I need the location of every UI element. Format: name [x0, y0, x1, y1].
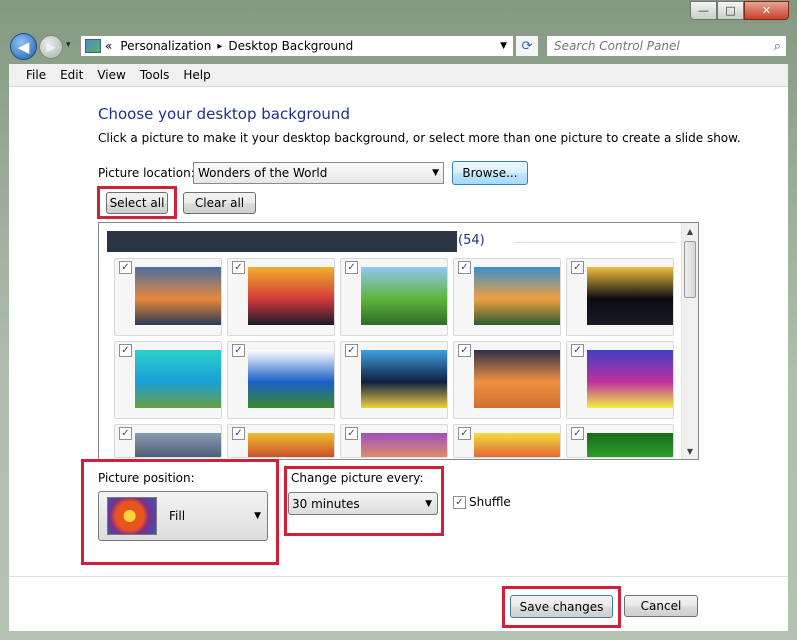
shuffle-label[interactable]: Shuffle: [469, 495, 511, 509]
wallpaper-thumbnail-skyline-grey[interactable]: ✓: [114, 424, 222, 458]
thumbnail-image: [248, 433, 334, 457]
thumbnail-image: [474, 350, 560, 408]
wallpaper-thumbnail-city-skyline-night[interactable]: ✓: [340, 341, 448, 419]
wallpaper-thumbnail-city-purple-lights[interactable]: ✓: [566, 341, 674, 419]
highlight-save-changes: [502, 586, 621, 628]
maximize-button[interactable]: □: [717, 1, 744, 20]
thumbnail-image: [135, 350, 221, 408]
thumbnail-image: [474, 267, 560, 325]
wallpaper-thumbnail-city-dusk[interactable]: ✓: [453, 341, 561, 419]
cancel-button[interactable]: Cancel: [624, 595, 698, 617]
forward-button[interactable]: ▶: [39, 35, 63, 59]
menu-bar: File Edit View Tools Help: [9, 64, 788, 87]
thumbnail-image: [248, 350, 334, 408]
thumbnail-image: [361, 267, 447, 325]
thumbnail-checkbox[interactable]: ✓: [571, 261, 584, 274]
group-count: (54): [458, 233, 485, 248]
thumbnail-image: [474, 433, 560, 457]
history-dropdown-icon[interactable]: ▾: [66, 40, 71, 50]
scroll-up-icon[interactable]: ▲: [682, 223, 698, 239]
thumbnail-checkbox[interactable]: ✓: [458, 427, 471, 440]
refresh-button[interactable]: ⟳: [515, 35, 539, 57]
page-subtitle: Click a picture to make it your desktop …: [98, 131, 741, 145]
highlight-select-all: [97, 186, 177, 219]
thumbnail-checkbox[interactable]: ✓: [345, 261, 358, 274]
shuffle-checkbox[interactable]: ✓: [453, 496, 466, 509]
thumbnail-checkbox[interactable]: ✓: [571, 344, 584, 357]
thumbnail-image: [361, 433, 447, 457]
thumbnail-checkbox[interactable]: ✓: [232, 261, 245, 274]
menu-help[interactable]: Help: [176, 68, 217, 82]
search-input[interactable]: [554, 39, 754, 53]
menu-edit[interactable]: Edit: [53, 68, 90, 82]
thumbnail-checkbox[interactable]: ✓: [571, 427, 584, 440]
breadcrumb-personalization[interactable]: Personalization: [120, 39, 211, 53]
thumbnail-checkbox[interactable]: ✓: [232, 427, 245, 440]
breadcrumb-desktop-background[interactable]: Desktop Background: [228, 39, 353, 53]
wallpaper-thumbnail-tropical-sunset[interactable]: ✓: [453, 258, 561, 336]
picture-location-label: Picture location:: [98, 166, 195, 180]
group-header-redacted: [107, 231, 457, 252]
thumbnail-image: [135, 433, 221, 457]
thumbnail-image: [248, 267, 334, 325]
wallpaper-thumbnail-green-rose[interactable]: ✓: [566, 424, 674, 458]
picture-location-value: Wonders of the World: [198, 166, 328, 180]
chevron-down-icon: ▼: [432, 168, 439, 178]
thumbnail-image: [587, 433, 673, 457]
menu-tools[interactable]: Tools: [133, 68, 177, 82]
address-bar[interactable]: « Personalization ▸ Desktop Background ▼: [80, 35, 514, 57]
thumbnail-checkbox[interactable]: ✓: [119, 427, 132, 440]
window-controls: — □ ✕: [690, 1, 789, 20]
thumbnail-image: [135, 267, 221, 325]
thumbnail-checkbox[interactable]: ✓: [458, 261, 471, 274]
thumbnail-checkbox[interactable]: ✓: [232, 344, 245, 357]
gallery-scrollbar[interactable]: ▲ ▼: [681, 223, 698, 459]
refresh-icon: ⟳: [521, 38, 533, 54]
thumbnail-image: [587, 350, 673, 408]
scroll-down-icon[interactable]: ▼: [682, 443, 698, 459]
thumbnail-image: [361, 350, 447, 408]
thumbnail-checkbox[interactable]: ✓: [345, 427, 358, 440]
wallpaper-thumbnail-city-sunset[interactable]: ✓: [340, 424, 448, 458]
back-button[interactable]: ◀: [10, 33, 37, 60]
breadcrumb-separator-icon[interactable]: ▸: [217, 41, 222, 52]
menu-view[interactable]: View: [90, 68, 132, 82]
breadcrumb-prefix[interactable]: «: [105, 39, 112, 53]
wallpaper-thumbnail-times-square-2[interactable]: ✓: [227, 424, 335, 458]
wallpaper-thumbnail-sunset-beach[interactable]: ✓: [114, 258, 222, 336]
wallpaper-thumbnail-fisheye-meadow[interactable]: ✓: [227, 341, 335, 419]
wallpaper-thumbnail-signs-street[interactable]: ✓: [453, 424, 561, 458]
control-panel-icon: [85, 39, 101, 53]
wallpaper-thumbnail-eiffel-tower-night[interactable]: ✓: [566, 258, 674, 336]
footer-divider: [9, 576, 788, 577]
thumbnail-checkbox[interactable]: ✓: [458, 344, 471, 357]
group-divider: [514, 242, 676, 243]
menu-file[interactable]: File: [19, 68, 53, 82]
thumbnail-checkbox[interactable]: ✓: [345, 344, 358, 357]
close-button[interactable]: ✕: [744, 1, 789, 20]
thumbnail-checkbox[interactable]: ✓: [119, 344, 132, 357]
search-icon[interactable]: ⌕: [774, 39, 781, 54]
wallpaper-thumbnail-green-hills-planet[interactable]: ✓: [340, 258, 448, 336]
highlight-picture-position: [81, 459, 279, 565]
wallpaper-thumbnail-times-square[interactable]: ✓: [227, 258, 335, 336]
scroll-thumb[interactable]: [684, 241, 696, 298]
address-dropdown-icon[interactable]: ▼: [500, 41, 507, 51]
minimize-button[interactable]: —: [690, 1, 717, 20]
clear-all-button[interactable]: Clear all: [183, 192, 256, 214]
page-title: Choose your desktop background: [98, 105, 350, 123]
browse-button[interactable]: Browse...: [452, 161, 528, 185]
wallpaper-thumbnail-lagoon-bay[interactable]: ✓: [114, 341, 222, 419]
highlight-change-interval: [284, 466, 444, 536]
picture-location-select[interactable]: Wonders of the World ▼: [193, 162, 444, 184]
thumbnail-image: [587, 267, 673, 325]
thumbnail-checkbox[interactable]: ✓: [119, 261, 132, 274]
search-box[interactable]: ⌕: [546, 35, 787, 57]
